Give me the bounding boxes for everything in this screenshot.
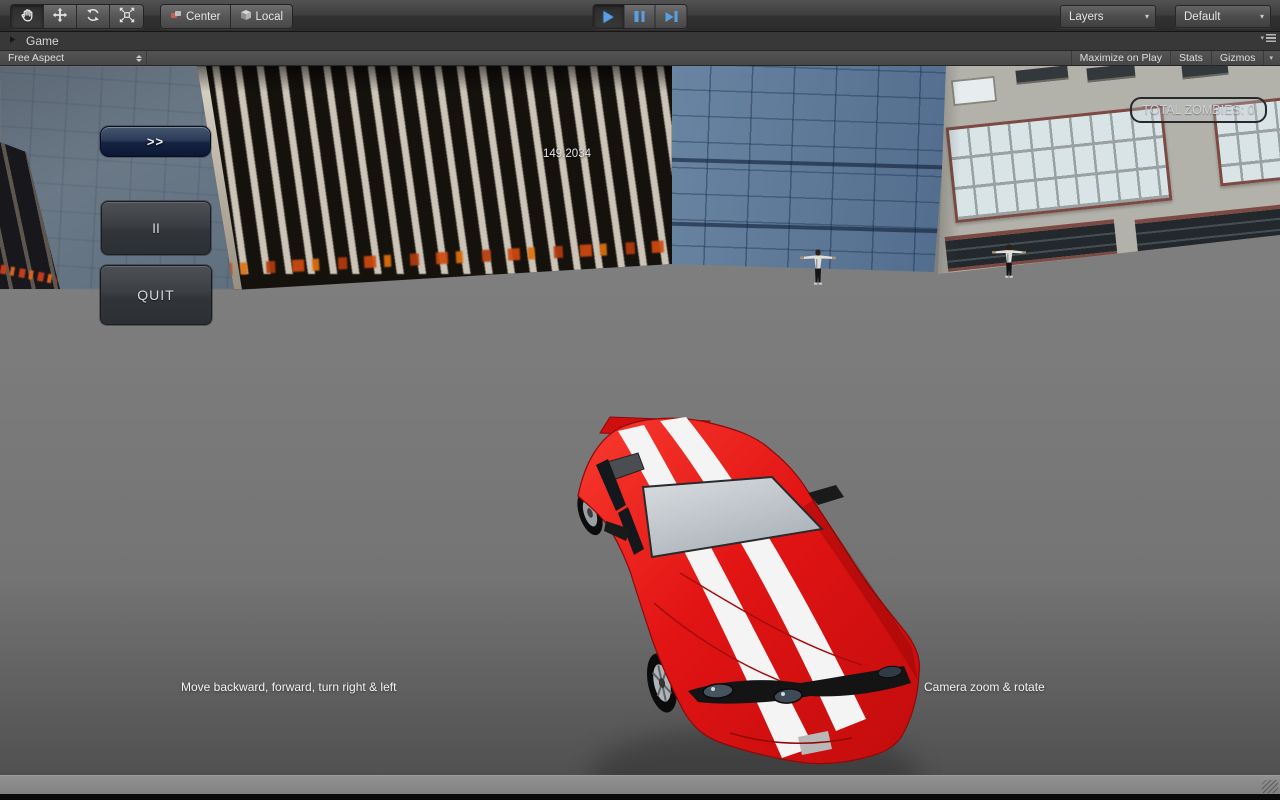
pivot-rotation-group: Center Local bbox=[160, 4, 293, 29]
layout-dropdown[interactable]: Default ▾ bbox=[1175, 5, 1271, 28]
game-tab-label: Game bbox=[26, 34, 59, 48]
scale-icon bbox=[119, 7, 135, 26]
gizmos-dropdown-arrow[interactable]: ▾ bbox=[1263, 51, 1278, 65]
play-button[interactable] bbox=[594, 5, 625, 28]
building-pillar-facade bbox=[160, 66, 672, 290]
resize-grip[interactable] bbox=[1262, 780, 1278, 793]
step-icon bbox=[665, 11, 677, 22]
chevron-down-icon: ▾ bbox=[1145, 12, 1149, 21]
cube-icon bbox=[240, 9, 252, 24]
unity-editor-window: Center Local Layers ▾ Default ▾ Game bbox=[0, 0, 1280, 800]
player-car bbox=[560, 401, 945, 771]
game-tab[interactable]: Game bbox=[4, 32, 69, 50]
building-window-slit bbox=[1135, 204, 1280, 254]
window-bottom-edge bbox=[0, 794, 1280, 800]
pause-icon bbox=[635, 11, 645, 22]
layers-dropdown[interactable]: Layers ▾ bbox=[1060, 5, 1156, 28]
pause-button[interactable] bbox=[625, 5, 656, 28]
building-top-shade bbox=[160, 66, 672, 92]
game-view-icon bbox=[10, 34, 21, 48]
pivot-center-icon bbox=[170, 9, 182, 24]
building-window bbox=[1181, 66, 1228, 79]
transform-tools-group bbox=[10, 4, 144, 29]
hamburger-icon bbox=[1266, 34, 1276, 42]
chevron-down-icon: ▾ bbox=[1260, 34, 1264, 42]
rotate-icon bbox=[85, 7, 101, 26]
aspect-dropdown-label: Free Aspect bbox=[8, 52, 64, 64]
building-floor-band bbox=[668, 158, 978, 171]
popup-arrows-icon bbox=[136, 55, 142, 62]
game-viewport[interactable]: >> II QUIT 149.2034 TOTAL ZOMBIES: 0 Mov… bbox=[0, 66, 1280, 775]
building-blue-glass-center bbox=[668, 66, 950, 272]
gizmos-button[interactable]: Gizmos bbox=[1211, 51, 1264, 65]
building-window bbox=[1015, 66, 1068, 85]
pivot-center-button[interactable]: Center bbox=[161, 5, 231, 28]
move-tool-button[interactable] bbox=[44, 5, 77, 28]
speed-readout: 149.2034 bbox=[512, 148, 622, 160]
maximize-on-play-button[interactable]: Maximize on Play bbox=[1071, 51, 1170, 65]
rotation-local-label: Local bbox=[256, 11, 284, 23]
panel-tab-bar: Game ▾ bbox=[0, 32, 1280, 51]
zombie-figure bbox=[991, 243, 1027, 281]
building-floor-band bbox=[668, 222, 978, 235]
hand-icon bbox=[19, 7, 35, 26]
layout-dropdown-label: Default bbox=[1184, 11, 1220, 23]
stats-button[interactable]: Stats bbox=[1170, 51, 1211, 65]
move-icon bbox=[52, 7, 68, 26]
pivot-center-label: Center bbox=[186, 11, 221, 23]
rotate-tool-button[interactable] bbox=[77, 5, 110, 28]
chevron-down-icon: ▾ bbox=[1260, 12, 1264, 21]
layers-dropdown-label: Layers bbox=[1069, 11, 1104, 23]
zombie-figure bbox=[799, 248, 837, 288]
hand-tool-button[interactable] bbox=[11, 5, 44, 28]
step-button[interactable] bbox=[656, 5, 687, 28]
play-controls-group bbox=[593, 4, 688, 29]
scale-tool-button[interactable] bbox=[110, 5, 143, 28]
play-icon bbox=[604, 11, 614, 23]
quit-button[interactable]: QUIT bbox=[100, 265, 212, 325]
game-view-toggles: Maximize on Play Stats Gizmos ▾ bbox=[1071, 51, 1278, 65]
controls-hint-left: Move backward, forward, turn right & lef… bbox=[181, 680, 396, 694]
zombie-counter-badge: TOTAL ZOMBIES: 0 bbox=[1130, 97, 1267, 123]
aspect-dropdown[interactable]: Free Aspect bbox=[0, 51, 147, 65]
controls-hint-right: Camera zoom & rotate bbox=[924, 680, 1045, 694]
building-window-slit bbox=[945, 219, 1118, 272]
game-control-bar: Free Aspect Maximize on Play Stats Gizmo… bbox=[0, 51, 1280, 66]
status-bar bbox=[0, 775, 1280, 795]
game-pause-button[interactable]: II bbox=[101, 201, 211, 255]
building-window bbox=[1086, 66, 1135, 82]
panel-menu-icon[interactable]: ▾ bbox=[1260, 34, 1276, 42]
skip-button[interactable]: >> bbox=[100, 126, 211, 157]
main-toolbar: Center Local Layers ▾ Default ▾ bbox=[0, 0, 1280, 32]
rotation-local-button[interactable]: Local bbox=[231, 5, 293, 28]
